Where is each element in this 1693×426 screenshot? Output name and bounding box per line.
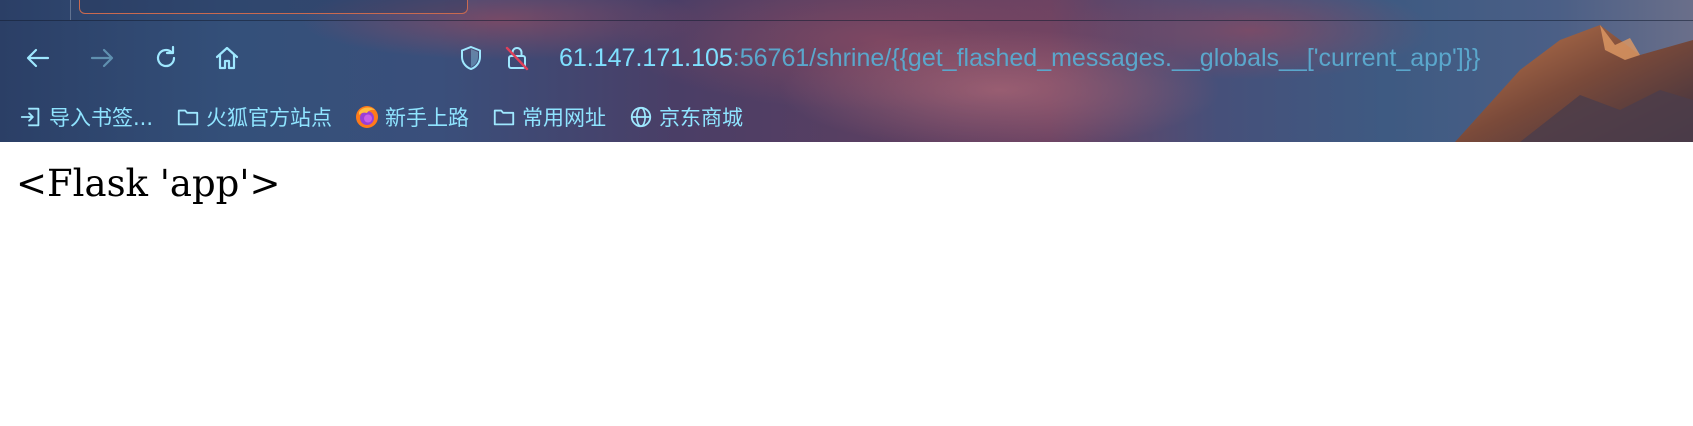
folder-icon [491, 104, 517, 130]
firefox-logo-icon [354, 104, 380, 130]
reload-button[interactable] [150, 42, 182, 74]
bookmark-label: 导入书签... [49, 106, 154, 130]
page-body-text: <Flask 'app'> [16, 162, 281, 205]
globe-icon [628, 104, 654, 130]
tab-divider [70, 0, 71, 20]
bookmark-firefox-official[interactable]: 火狐官方站点 [175, 102, 332, 132]
bookmark-label: 新手上路 [385, 106, 470, 130]
bookmark-import[interactable]: 导入书签... [18, 102, 153, 132]
page-content: <Flask 'app'> [0, 142, 1693, 426]
bookmarks-toolbar: 导入书签... 火狐官方站点 新手上路 常用网址 京东商城 [18, 102, 765, 132]
tab-strip [0, 0, 1693, 21]
url-path: :56761/shrine/{{get_flashed_messages.__g… [732, 44, 1481, 72]
arrow-right-icon [90, 48, 114, 68]
url-text[interactable]: 61.147.171.105:56761/shrine/{{get_flashe… [559, 42, 1480, 74]
back-button[interactable] [22, 42, 54, 74]
forward-button[interactable] [86, 42, 118, 74]
folder-icon [175, 104, 201, 130]
bookmark-common-sites[interactable]: 常用网址 [491, 102, 606, 132]
home-icon [215, 46, 239, 70]
url-bar[interactable]: 61.147.171.105:56761/shrine/{{get_flashe… [455, 38, 1485, 78]
browser-chrome: 61.147.171.105:56761/shrine/{{get_flashe… [0, 0, 1693, 142]
home-button[interactable] [211, 42, 243, 74]
bookmark-label: 京东商城 [659, 106, 744, 130]
bookmark-jd[interactable]: 京东商城 [628, 102, 743, 132]
active-tab[interactable] [79, 0, 468, 14]
url-host: 61.147.171.105 [559, 44, 733, 72]
import-icon [18, 104, 44, 130]
bookmark-label: 常用网址 [522, 106, 607, 130]
reload-icon [156, 45, 176, 68]
arrow-left-icon [26, 48, 50, 68]
bookmark-label: 火狐官方站点 [206, 106, 333, 130]
lock-crossed-icon [505, 46, 529, 71]
shield-icon [461, 45, 481, 71]
site-security-button[interactable] [501, 42, 533, 74]
tracking-protection-button[interactable] [455, 42, 487, 74]
bookmark-getting-started[interactable]: 新手上路 [354, 102, 469, 132]
